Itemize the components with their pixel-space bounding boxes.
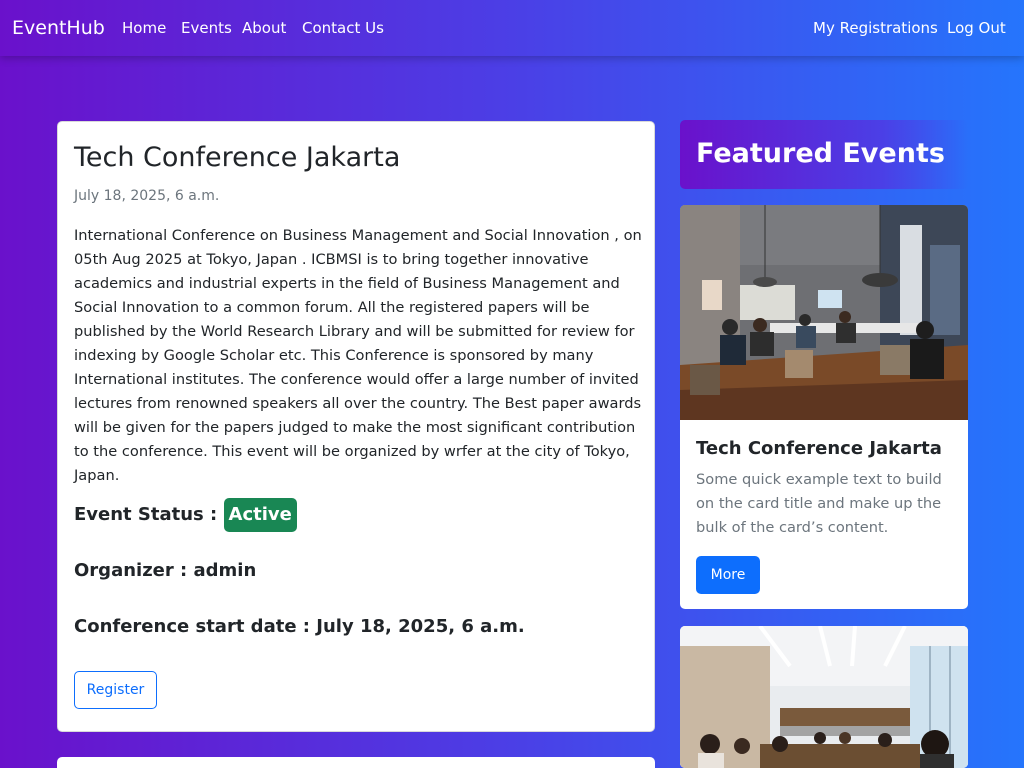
featured-card-text: Some quick example text to build on the … (696, 471, 942, 536)
nav-my-registrations-link[interactable]: My Registrations (813, 18, 938, 38)
start-date-value: July 18, 2025, 6 a.m. (316, 616, 525, 637)
event-status-label: Event Status : (74, 504, 218, 525)
start-date-label: Conference start date : (74, 616, 310, 637)
conference-room-photo (680, 205, 968, 420)
event-date: July 18, 2025, 6 a.m. (74, 188, 220, 204)
organizer-row: Organizer : admin (74, 558, 256, 584)
featured-events-header: Featured Events (680, 120, 968, 189)
start-date-row: Conference start date : July 18, 2025, 6… (74, 614, 525, 640)
top-navbar: EventHub Home Events About Contact Us My… (0, 0, 1024, 56)
more-button[interactable]: More (696, 556, 760, 594)
organizer-value: admin (193, 560, 257, 581)
event-title: Tech Conference Jakarta (74, 142, 401, 173)
organizer-label: Organizer : (74, 560, 188, 581)
brand-logo[interactable]: EventHub (12, 16, 105, 40)
featured-events-title: Featured Events (696, 138, 945, 169)
nav-contact-link[interactable]: Contact Us (302, 18, 384, 38)
event-detail-card: Tech Conference Jakarta July 18, 2025, 6… (57, 121, 655, 732)
featured-event-card: Tech Conference Jakarta Some quick examp… (680, 205, 968, 609)
register-button[interactable]: Register (74, 671, 157, 709)
featured-card-title: Tech Conference Jakarta (696, 438, 942, 459)
event-status-row: Event Status : Active (74, 498, 297, 532)
next-event-card (57, 757, 655, 768)
featured-event-card-2 (680, 626, 968, 768)
event-description: International Conference on Business Man… (74, 227, 642, 484)
status-badge: Active (223, 498, 297, 532)
nav-about-link[interactable]: About (242, 18, 286, 38)
nav-home-link[interactable]: Home (122, 18, 166, 38)
nav-events-link[interactable]: Events (181, 18, 232, 38)
nav-logout-link[interactable]: Log Out (947, 18, 1006, 38)
meeting-room-photo (680, 626, 968, 768)
